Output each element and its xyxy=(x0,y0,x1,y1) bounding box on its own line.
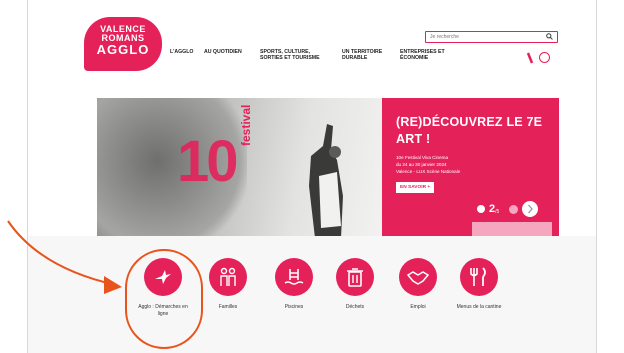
annotation-arrow-icon xyxy=(7,220,122,294)
